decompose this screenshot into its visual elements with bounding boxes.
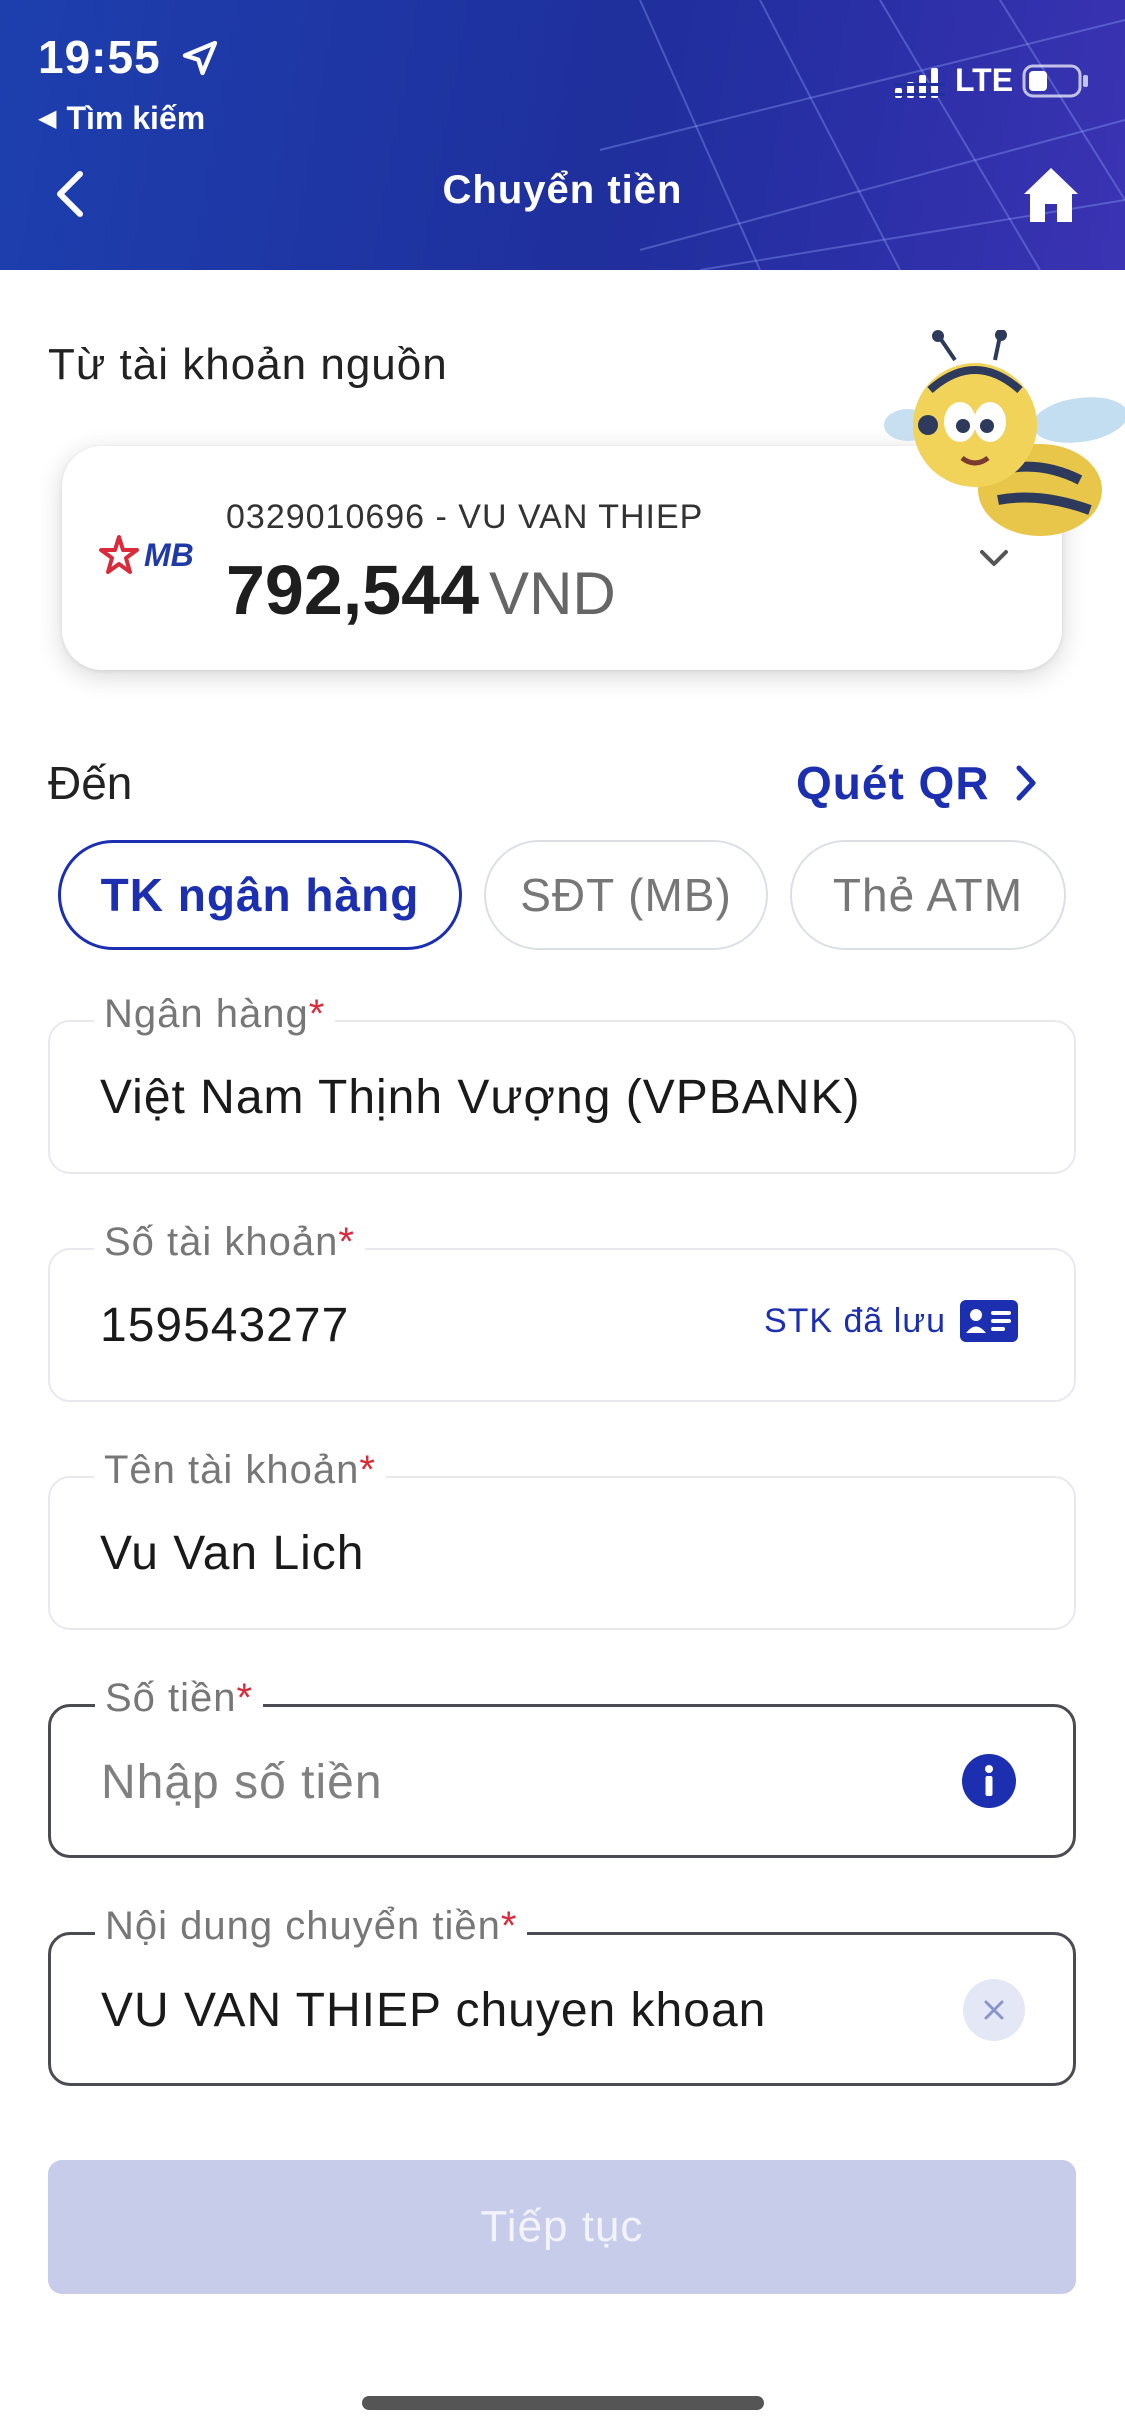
bank-label-text: Ngân hàng [104, 992, 309, 1036]
tab-atm-card[interactable]: Thẻ ATM [790, 840, 1066, 950]
destination-label: Đến [48, 757, 133, 809]
mb-logo-text: MB [144, 536, 194, 573]
tab-phone-mb[interactable]: SĐT (MB) [484, 840, 768, 950]
bank-value: Việt Nam Thịnh Vượng (VPBANK) [100, 1071, 861, 1124]
battery-icon [1022, 64, 1088, 98]
network-type: LTE [955, 62, 1014, 98]
scan-qr-label: Quét QR [796, 757, 990, 809]
home-indicator[interactable] [362, 2396, 764, 2410]
account-balance: 792,544 VND [226, 550, 616, 630]
account-number-label-text: Số tài khoản [104, 1220, 339, 1264]
required-mark: * [236, 1676, 254, 1720]
amount-label-text: Số tiền [105, 1676, 237, 1720]
transfer-content-label: Nội dung chuyển tiền* [95, 1904, 528, 1949]
back-app-label: Tìm kiếm [66, 100, 206, 136]
amount-field[interactable]: Số tiền* Nhập số tiền [48, 1676, 1076, 1858]
tab-bank-account[interactable]: TK ngân hàng [58, 840, 462, 950]
scan-qr-link[interactable]: Quét QR [796, 756, 1038, 810]
required-mark: * [308, 992, 326, 1036]
transfer-content-input[interactable]: VU VAN THIEP chuyen khoan [101, 1983, 766, 2038]
signal-icon [895, 68, 945, 98]
amount-input[interactable]: Nhập số tiền [101, 1755, 383, 1810]
mascot-bee-illustration [884, 330, 1125, 536]
info-icon[interactable] [961, 1753, 1017, 1809]
account-number-label: Số tài khoản* [94, 1220, 365, 1265]
required-mark: * [338, 1220, 355, 1264]
bank-field[interactable]: Ngân hàng* Việt Nam Thịnh Vượng (VPBANK) [48, 992, 1076, 1174]
saved-accounts-label: STK đã lưu [763, 1301, 946, 1340]
mb-star-logo-icon [99, 535, 139, 574]
account-name-value: Vu Van Lich [100, 1527, 365, 1580]
required-mark: * [359, 1448, 376, 1492]
transfer-content-label-text: Nội dung chuyển tiền [105, 1904, 501, 1948]
saved-accounts-button[interactable]: STK đã lưu [764, 1300, 1018, 1342]
back-to-app-link[interactable]: ◀ Tìm kiếm [38, 100, 205, 137]
mb-bank-logo: MB [98, 534, 194, 576]
back-triangle-icon: ◀ [38, 105, 57, 132]
chevron-right-icon [1016, 765, 1036, 801]
account-number-name: 0329010696 - VU VAN THIEP [226, 498, 704, 536]
continue-button[interactable]: Tiếp tục [48, 2160, 1076, 2294]
account-name-field[interactable]: Tên tài khoản* Vu Van Lich [48, 1448, 1076, 1630]
bank-field-label: Ngân hàng* [94, 992, 336, 1037]
account-name-label-text: Tên tài khoản [104, 1448, 360, 1492]
amount-label: Số tiền* [95, 1676, 264, 1721]
account-number-value: 159543277 [100, 1299, 350, 1352]
balance-currency: VND [489, 560, 616, 627]
status-time: 19:55 [38, 31, 161, 83]
account-number-field[interactable]: Số tài khoản* 159543277 STK đã lưu [48, 1220, 1076, 1402]
clear-icon[interactable] [963, 1979, 1025, 2041]
page-title: Chuyển tiền [442, 168, 683, 212]
account-name-label: Tên tài khoản* [94, 1448, 386, 1493]
saved-contacts-card-icon [960, 1300, 1018, 1342]
balance-amount: 792,544 [226, 551, 480, 629]
source-section-label: Từ tài khoản nguồn [48, 340, 448, 389]
transfer-content-field[interactable]: Nội dung chuyển tiền* VU VAN THIEP chuye… [48, 1904, 1076, 2086]
location-arrow-icon [182, 40, 218, 76]
required-mark: * [500, 1904, 518, 1948]
home-icon[interactable] [1020, 164, 1082, 226]
app-header: 19:55 ◀ Tìm kiếm LTE Chuyển tiền [0, 0, 1125, 270]
